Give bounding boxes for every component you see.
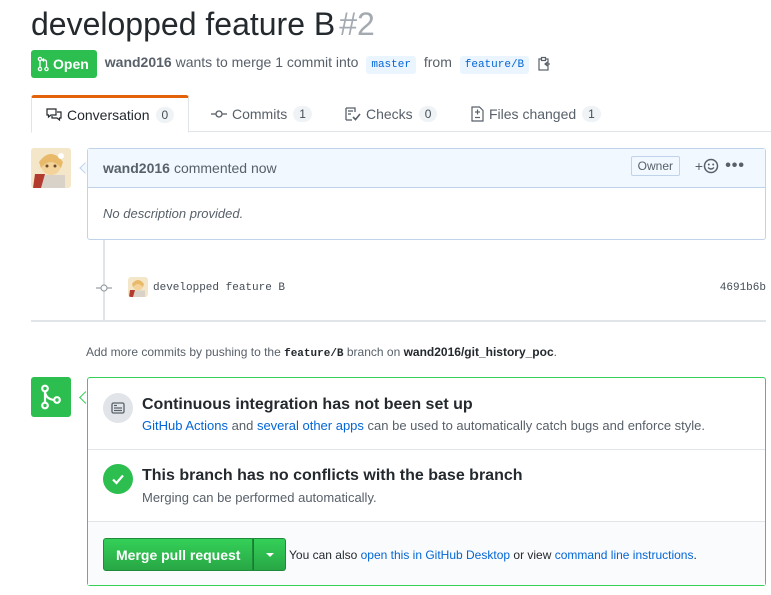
smiley-icon	[703, 158, 719, 174]
state-label: Open	[53, 56, 89, 72]
note-suffix: .	[693, 548, 697, 562]
tab-label: Files changed	[489, 105, 577, 122]
tab-label: Conversation	[67, 107, 150, 123]
command-line-link[interactable]: command line instructions	[555, 548, 694, 562]
from-text: from	[423, 54, 452, 70]
comment-time[interactable]: commented now	[174, 160, 277, 176]
pr-title: developped feature B	[31, 6, 336, 42]
comment-body: No description provided.	[103, 206, 244, 221]
github-actions-link[interactable]: GitHub Actions	[142, 418, 228, 433]
open-desktop-link[interactable]: open this in GitHub Desktop	[361, 548, 510, 562]
clipboard-icon[interactable]	[537, 56, 551, 72]
pr-meta: Open wand2016 wants to merge 1 commit in…	[31, 50, 551, 78]
pr-tabs: Conversation 0 Commits 1 Checks 0 Files …	[31, 95, 771, 133]
merge-panel: Continuous integration has not been set …	[87, 377, 766, 586]
check-icon	[103, 464, 133, 494]
comment-box: wand2016 commented now Owner + ••• No de…	[87, 148, 766, 240]
comment-discussion-icon	[46, 108, 62, 122]
pr-title-row: developped feature B #2	[31, 6, 375, 43]
ci-and: and	[231, 418, 254, 433]
tab-checks[interactable]: Checks 0	[345, 95, 438, 132]
conflict-subtitle: Merging can be performed automatically.	[142, 490, 377, 505]
git-pull-request-icon	[37, 56, 49, 72]
merge-pull-request-button[interactable]: Merge pull request	[103, 538, 254, 571]
tab-commits[interactable]: Commits 1	[211, 95, 312, 132]
commit-message[interactable]: developped feature B	[153, 282, 285, 294]
tab-label: Checks	[366, 105, 413, 122]
hint-repo: wand2016/git_history_poc	[403, 345, 554, 359]
checklist-icon	[345, 106, 361, 121]
timeline-divider	[31, 320, 766, 322]
hint-branch: feature/B	[284, 348, 344, 360]
triangle-down-icon	[265, 552, 274, 557]
commit-sha[interactable]: 4691b6b	[720, 282, 766, 294]
merge-summary: wand2016 wants to merge 1 commit into ma…	[105, 54, 533, 74]
head-branch[interactable]: feature/B	[459, 56, 530, 74]
tab-counter: 0	[155, 107, 175, 123]
pr-number: #2	[339, 6, 375, 42]
hint-middle: branch on	[346, 345, 401, 359]
merge-options-dropdown[interactable]	[253, 538, 287, 571]
merge-text: wants to merge 1 commit into	[175, 54, 359, 70]
owner-badge: Owner	[630, 156, 680, 176]
hint-prefix: Add more commits by pushing to the	[86, 345, 281, 359]
avatar[interactable]	[31, 148, 71, 188]
base-branch[interactable]: master	[366, 56, 416, 74]
note-mid: or view	[513, 548, 552, 562]
state-badge: Open	[31, 50, 97, 78]
pr-author-link[interactable]: wand2016	[105, 54, 172, 70]
other-apps-link[interactable]: several other apps	[257, 418, 364, 433]
add-reaction-button[interactable]: +	[695, 158, 719, 174]
file-diff-icon	[471, 105, 484, 122]
conflict-title: This branch has no conflicts with the ba…	[142, 467, 523, 484]
add-commits-hint: Add more commits by pushing to the featu…	[86, 345, 557, 360]
tab-counter: 1	[582, 105, 601, 122]
ci-rest: can be used to automatically catch bugs …	[367, 418, 706, 433]
tab-files-changed[interactable]: Files changed 1	[471, 95, 601, 132]
timeline-line	[103, 240, 105, 320]
conflict-section: This branch has no conflicts with the ba…	[88, 450, 765, 522]
ci-section: Continuous integration has not been set …	[88, 378, 765, 450]
tab-counter: 0	[418, 105, 438, 122]
hint-suffix: .	[553, 345, 557, 359]
comment-header: wand2016 commented now Owner + •••	[88, 149, 765, 188]
merge-button-group: Merge pull request	[103, 538, 287, 571]
note-prefix: You can also	[289, 548, 358, 562]
tab-label: Commits	[232, 105, 288, 122]
comment-author[interactable]: wand2016	[103, 160, 170, 176]
commit-avatar[interactable]	[128, 277, 148, 297]
merge-note: You can also open this in GitHub Desktop…	[289, 548, 697, 562]
git-commit-icon	[211, 109, 227, 118]
tab-counter: 1	[293, 105, 312, 122]
ci-subtitle: GitHub Actions and several other apps ca…	[142, 418, 705, 433]
ci-title: Continuous integration has not been set …	[142, 396, 473, 413]
more-options-button[interactable]: •••	[725, 157, 745, 175]
git-commit-icon	[96, 281, 112, 298]
tab-conversation[interactable]: Conversation 0	[31, 95, 190, 133]
server-icon	[103, 393, 133, 423]
merge-actions: Merge pull request You can also open thi…	[88, 522, 765, 585]
git-merge-icon	[31, 377, 71, 417]
